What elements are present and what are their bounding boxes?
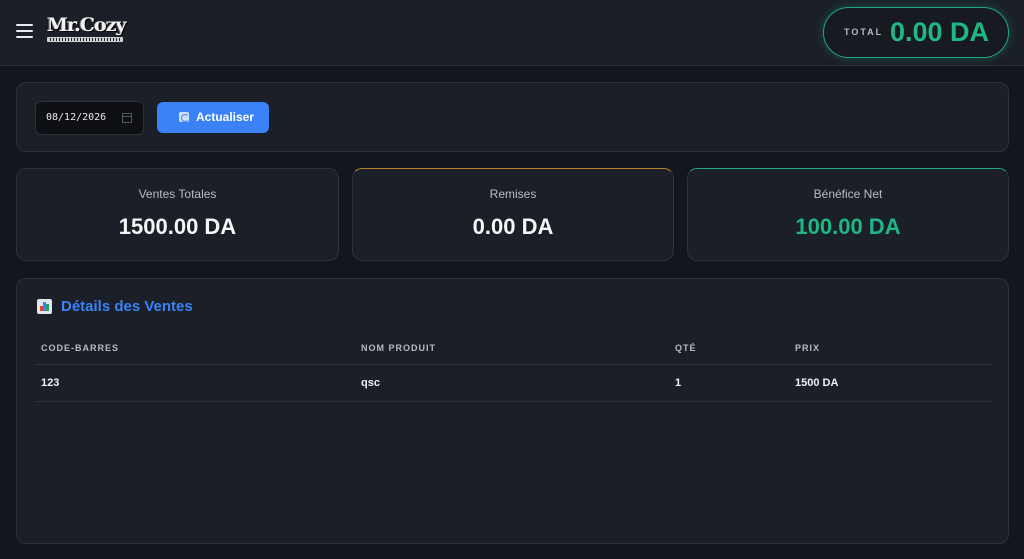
table-divider (35, 364, 993, 365)
table-cell-quantity: 1 (675, 377, 682, 389)
stat-card-total-sales: Ventes Totales 1500.00 DA (16, 168, 339, 261)
table-cell-barcode: 123 (41, 377, 60, 389)
stat-value: 100.00 DA (795, 214, 901, 239)
date-value: 08/12/2026 (46, 112, 107, 123)
top-bar: Mr.Cozy TOTAL 0.00 DA (0, 0, 1024, 66)
column-header-product-name: NOM PRODUIT (361, 343, 436, 353)
table-cell-price: 1500 DA (795, 377, 839, 389)
total-label: TOTAL (844, 27, 884, 37)
filter-panel: 08/12/2026 Actualiser (16, 82, 1009, 152)
date-input[interactable]: 08/12/2026 (35, 101, 144, 135)
refresh-button-label: Actualiser (196, 110, 255, 124)
column-header-price: PRIX (795, 343, 821, 353)
total-value: 0.00 DA (890, 17, 990, 47)
table-divider (35, 401, 993, 402)
bar-chart-icon (37, 299, 52, 314)
stat-card-net-profit: Bénéfice Net 100.00 DA (687, 168, 1009, 261)
brand-logo: Mr.Cozy (47, 15, 127, 45)
logo-underline (47, 37, 123, 42)
refresh-icon (179, 112, 189, 122)
column-header-barcode: CODE-BARRES (41, 343, 120, 353)
table-cell-product-name: qsc (361, 377, 380, 389)
stat-label: Ventes Totales (138, 187, 217, 201)
calendar-icon[interactable] (122, 113, 132, 123)
column-header-quantity: QTÉ (675, 343, 697, 353)
stat-label: Bénéfice Net (813, 187, 883, 201)
hamburger-menu-icon[interactable] (16, 24, 33, 40)
sales-details-panel: Détails des Ventes CODE-BARRES NOM PRODU… (16, 278, 1009, 544)
total-badge: TOTAL 0.00 DA (823, 7, 1009, 58)
stat-value: 1500.00 DA (118, 214, 237, 239)
stat-card-discounts: Remises 0.00 DA (352, 168, 674, 261)
stat-value: 0.00 DA (472, 214, 554, 239)
refresh-button[interactable]: Actualiser (157, 102, 269, 133)
logo-text: Mr.Cozy (47, 14, 127, 36)
stat-label: Remises (489, 187, 537, 201)
section-title: Détails des Ventes (61, 298, 193, 315)
